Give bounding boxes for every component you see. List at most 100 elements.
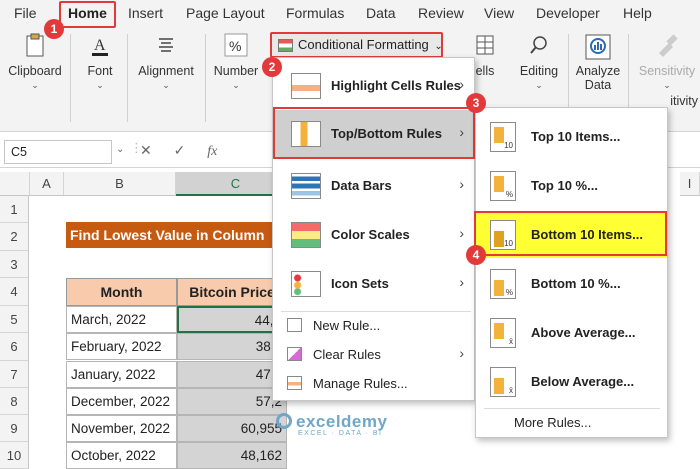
percent-icon: % <box>224 33 248 57</box>
font-icon: A <box>92 37 108 56</box>
enter-icon[interactable]: ✓ <box>174 142 186 158</box>
name-box[interactable]: C5 <box>4 140 112 164</box>
color-scales-icon <box>291 222 321 248</box>
editing-label: Editing <box>519 64 559 78</box>
number-group[interactable]: % Number ⌄ <box>210 32 262 91</box>
divider <box>70 34 71 122</box>
alignment-group[interactable]: Alignment ⌄ <box>134 32 198 91</box>
step-badge-2: 2 <box>262 57 282 77</box>
ribbon-tabs: File Home Insert Page Layout Formulas Da… <box>0 0 700 28</box>
menu-item-manage-rules[interactable]: Manage Rules... <box>273 370 474 398</box>
search-icon <box>530 36 547 54</box>
table-cell-month[interactable]: March, 2022 <box>66 306 177 333</box>
menu-item-label: Color Scales <box>331 227 410 242</box>
chevron-right-icon: › <box>459 345 464 361</box>
submenu-item-more-rules[interactable]: More Rules... <box>514 415 591 430</box>
analyze-data-button[interactable]: Analyze Data <box>574 32 622 92</box>
menu-item-label: Data Bars <box>331 178 392 193</box>
row-header[interactable]: 10 <box>0 442 29 469</box>
clipboard-group[interactable]: Clipboard ⌄ <box>6 32 64 91</box>
row-header[interactable]: 9 <box>0 415 29 442</box>
font-group[interactable]: A Font ⌄ <box>80 32 120 91</box>
chevron-right-icon: › <box>459 76 464 92</box>
chevron-down-icon[interactable]: ⌄ <box>116 144 124 155</box>
row-header[interactable]: 4 <box>0 278 29 306</box>
editing-group[interactable]: Editing ⌄ <box>516 32 562 91</box>
submenu-item-top-10-percent[interactable]: % Top 10 %... <box>476 161 667 210</box>
submenu-item-label: Below Average... <box>531 374 635 389</box>
column-header-i[interactable]: I <box>680 172 700 196</box>
cells-icon <box>476 35 494 55</box>
analyze-data-icon <box>585 34 611 60</box>
menu-item-new-rule[interactable]: New Rule... <box>273 312 474 340</box>
row-header[interactable]: 7 <box>0 361 29 388</box>
table-cell-price[interactable]: 57,2 <box>177 388 287 415</box>
table-cell-price[interactable]: 48,162 <box>177 442 287 469</box>
table-cell-price[interactable]: 44,4 <box>177 306 287 333</box>
align-icon <box>159 38 173 52</box>
tab-help[interactable]: Help <box>623 5 652 21</box>
table-cell-month[interactable]: January, 2022 <box>66 361 177 388</box>
table-cell-month[interactable]: February, 2022 <box>66 333 177 360</box>
chevron-right-icon: › <box>459 274 464 290</box>
submenu-item-top-10-items[interactable]: 10 Top 10 Items... <box>476 112 667 161</box>
table-cell-month[interactable]: December, 2022 <box>66 388 177 415</box>
icon-sets-icon <box>291 271 321 297</box>
tab-formulas[interactable]: Formulas <box>286 5 344 21</box>
row-header[interactable]: 6 <box>0 333 29 361</box>
menu-item-highlight-cells-rules[interactable]: Highlight Cells Rules › <box>273 62 474 110</box>
menu-item-color-scales[interactable]: Color Scales › <box>273 211 474 259</box>
submenu-item-bottom-10-percent[interactable]: % Bottom 10 %... <box>476 259 667 308</box>
tab-data[interactable]: Data <box>366 5 396 21</box>
row-header[interactable]: 8 <box>0 388 29 415</box>
column-header-b[interactable]: B <box>64 172 176 196</box>
submenu-item-label: Top 10 %... <box>531 178 598 193</box>
data-bars-icon <box>291 173 321 199</box>
home-highlight-box <box>59 1 116 28</box>
conditional-formatting-button[interactable]: Conditional Formatting ⌄ <box>270 32 443 58</box>
menu-item-icon-sets[interactable]: Icon Sets › <box>273 260 474 308</box>
tab-insert[interactable]: Insert <box>128 5 163 21</box>
tab-view[interactable]: View <box>484 5 514 21</box>
table-title[interactable]: Find Lowest Value in Column <box>66 222 276 248</box>
table-cell-month[interactable]: October, 2022 <box>66 442 177 469</box>
sensitivity-group-label: itivity <box>670 94 698 108</box>
fx-icon[interactable]: fx <box>207 144 217 159</box>
sensitivity-label: Sensitivity <box>638 64 696 78</box>
header-month[interactable]: Month <box>66 278 177 306</box>
table-cell-price[interactable]: 38,7 <box>177 333 287 360</box>
tab-file[interactable]: File <box>14 5 37 21</box>
eraser-icon <box>287 347 302 361</box>
tab-page-layout[interactable]: Page Layout <box>186 5 265 21</box>
conditional-formatting-icon <box>278 39 293 52</box>
menu-item-clear-rules[interactable]: Clear Rules › <box>273 341 474 369</box>
sensitivity-button[interactable]: Sensitivity ⌄ itivity <box>636 32 698 108</box>
column-header-a[interactable]: A <box>30 172 64 196</box>
tab-developer[interactable]: Developer <box>536 5 600 21</box>
submenu-item-above-average[interactable]: x̄ Above Average... <box>476 308 667 357</box>
divider <box>127 34 128 122</box>
bottom-10-highlight-box <box>474 211 667 256</box>
select-all[interactable] <box>0 172 30 196</box>
formula-buttons: ✕ ✓ fx <box>140 142 217 160</box>
submenu-item-label: Bottom 10 %... <box>531 276 621 291</box>
exceldemy-watermark: exceldemy EXCEL · DATA · BI <box>276 412 387 437</box>
row-header[interactable]: 5 <box>0 306 29 333</box>
above-average-icon: x̄ <box>490 318 516 348</box>
chevron-right-icon: › <box>459 225 464 241</box>
table-cell-price[interactable]: 47,7 <box>177 361 287 388</box>
tab-review[interactable]: Review <box>418 5 464 21</box>
cancel-icon[interactable]: ✕ <box>140 142 152 158</box>
sensitivity-icon <box>659 34 678 57</box>
submenu-item-below-average[interactable]: x̄ Below Average... <box>476 357 667 406</box>
row-header[interactable]: 3 <box>0 251 29 278</box>
bottom-10-percent-icon: % <box>490 269 516 299</box>
submenu-item-label: Above Average... <box>531 325 636 340</box>
header-bitcoin-price[interactable]: Bitcoin Price <box>177 278 287 306</box>
menu-item-label: Clear Rules <box>313 347 381 362</box>
table-cell-price[interactable]: 60,955 <box>177 415 287 442</box>
menu-item-data-bars[interactable]: Data Bars › <box>273 162 474 210</box>
row-header[interactable]: 2 <box>0 223 29 251</box>
row-header[interactable]: 1 <box>0 196 29 223</box>
table-cell-month[interactable]: November, 2022 <box>66 415 177 442</box>
